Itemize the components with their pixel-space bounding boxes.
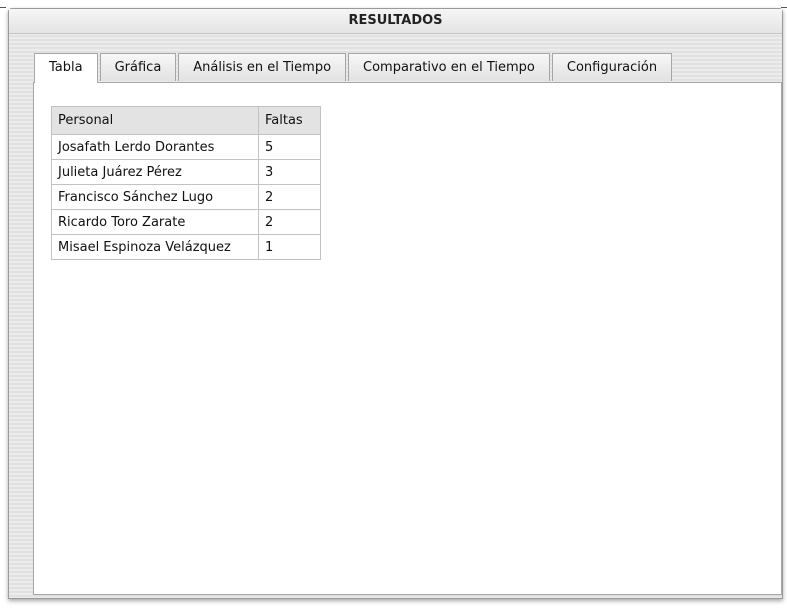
column-header-personal[interactable]: Personal [51,106,259,135]
window-title: RESULTADOS [9,9,782,34]
results-table: Personal Faltas Josafath Lerdo Dorantes … [51,106,321,260]
cell-faltas: 3 [258,159,321,185]
tab-comparativo-en-el-tiempo[interactable]: Comparativo en el Tiempo [348,53,550,81]
table-row[interactable]: Francisco Sánchez Lugo 2 [51,184,321,210]
left-corner-mark [0,7,6,8]
table-row[interactable]: Josafath Lerdo Dorantes 5 [51,134,321,160]
cell-faltas: 1 [258,234,321,260]
cell-personal: Francisco Sánchez Lugo [51,184,259,210]
cell-personal: Julieta Juárez Pérez [51,159,259,185]
tab-bar: Tabla Gráfica Análisis en el Tiempo Comp… [34,53,674,83]
results-window: RESULTADOS Tabla Gráfica Análisis en el … [8,8,783,599]
right-corner-mark [781,7,787,8]
table-row[interactable]: Ricardo Toro Zarate 2 [51,209,321,235]
cell-personal: Ricardo Toro Zarate [51,209,259,235]
cell-personal: Josafath Lerdo Dorantes [51,134,259,160]
table-row[interactable]: Misael Espinoza Velázquez 1 [51,234,321,260]
tab-analisis-en-el-tiempo[interactable]: Análisis en el Tiempo [178,53,347,81]
cell-personal: Misael Espinoza Velázquez [51,234,259,260]
cell-faltas: 2 [258,184,321,210]
cell-faltas: 2 [258,209,321,235]
cell-faltas: 5 [258,134,321,160]
tab-tabla[interactable]: Tabla [34,53,98,83]
tab-grafica[interactable]: Gráfica [99,53,177,81]
tab-panel-tabla: Personal Faltas Josafath Lerdo Dorantes … [33,82,782,595]
table-row[interactable]: Julieta Juárez Pérez 3 [51,159,321,185]
table-header-row: Personal Faltas [51,106,321,135]
column-header-faltas[interactable]: Faltas [258,106,321,135]
tab-configuracion[interactable]: Configuración [551,53,673,81]
